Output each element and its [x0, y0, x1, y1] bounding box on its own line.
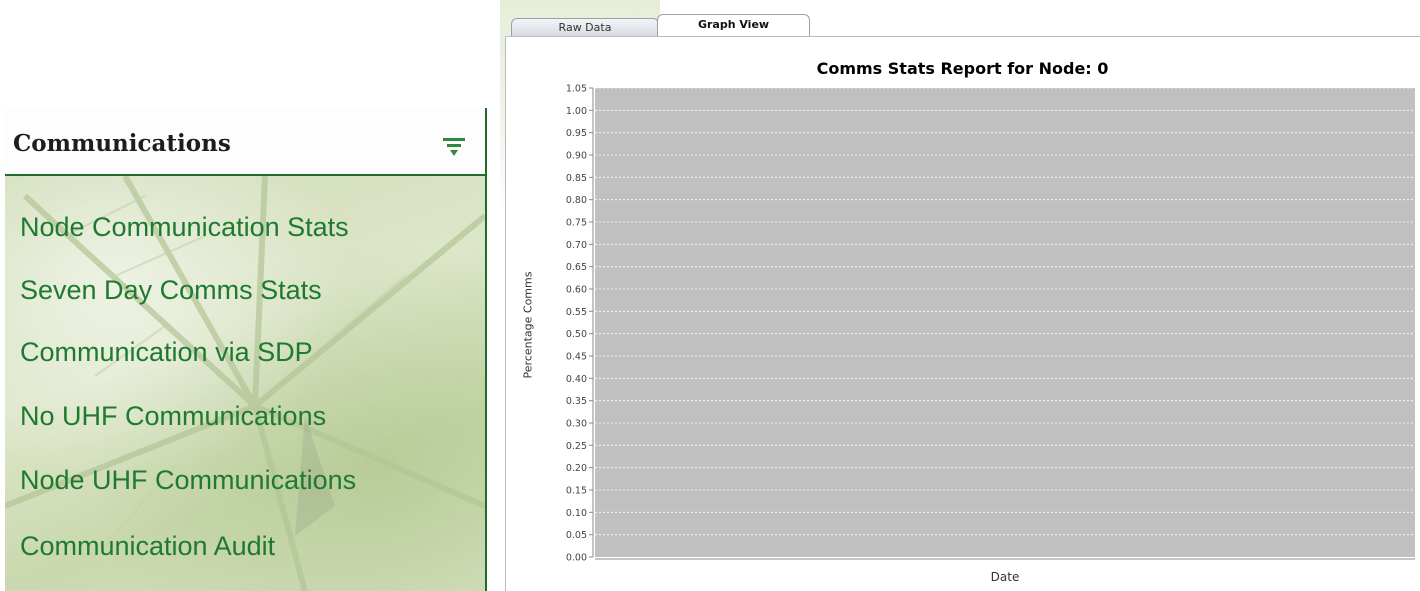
y-tick-label: 0.45 — [566, 352, 587, 363]
y-tick-label: 1.00 — [566, 106, 587, 117]
y-tick-label: 0.85 — [566, 173, 587, 184]
sidebar-title: Communications — [13, 130, 231, 157]
y-tick-label: 0.50 — [566, 329, 587, 340]
menu-item-node-uhf-communications[interactable]: Node UHF Communications — [20, 460, 356, 500]
menu-item-no-uhf-communications[interactable]: No UHF Communications — [20, 396, 326, 436]
y-tick-label: 0.60 — [566, 285, 587, 296]
y-tick-label: 0.55 — [566, 307, 587, 318]
y-tick-label: 0.35 — [566, 396, 587, 407]
y-tick-label: 0.40 — [566, 374, 587, 385]
plot-area — [595, 88, 1415, 557]
y-tick-label: 0.20 — [566, 463, 587, 474]
tab-raw-data[interactable]: Raw Data — [511, 18, 659, 36]
y-tick-label: 0.75 — [566, 218, 587, 229]
y-tick-label: 0.00 — [566, 553, 587, 564]
y-tick-label: 0.80 — [566, 195, 587, 206]
y-tick-label: 0.30 — [566, 419, 587, 430]
menu-item-seven-day-comms-stats[interactable]: Seven Day Comms Stats — [20, 270, 322, 310]
y-tick-label: 0.70 — [566, 240, 587, 251]
sidebar-menu: Node Communication Stats Seven Day Comms… — [5, 176, 485, 591]
x-axis-label: Date — [990, 570, 1020, 584]
chart-plot: 0.00 0.05 0.10 0.15 0.20 0.25 0.30 0.35 0.40 0.45… — [566, 84, 1415, 564]
y-axis-label: Percentage Comms — [521, 271, 535, 379]
y-tick-label: 0.95 — [566, 128, 587, 139]
y-tick-label: 0.90 — [566, 151, 587, 162]
y-tick-label: 0.10 — [566, 508, 587, 519]
sidebar-header: Communications — [5, 108, 485, 176]
y-tick-label: 0.05 — [566, 530, 587, 541]
y-tick-label: 0.65 — [566, 262, 587, 273]
menu-item-node-communication-stats[interactable]: Node Communication Stats — [20, 207, 349, 247]
communications-sidebar: Communications Node Communication Stats … — [5, 108, 487, 591]
filter-icon[interactable] — [443, 136, 465, 156]
tab-graph-view[interactable]: Graph View — [657, 14, 810, 36]
y-tick-label: 0.15 — [566, 486, 587, 497]
menu-item-communication-via-sdp[interactable]: Communication via SDP — [20, 332, 313, 372]
y-tick-label: 0.25 — [566, 441, 587, 452]
menu-item-communication-audit[interactable]: Communication Audit — [20, 526, 275, 566]
y-tick-label: 1.05 — [566, 84, 587, 95]
